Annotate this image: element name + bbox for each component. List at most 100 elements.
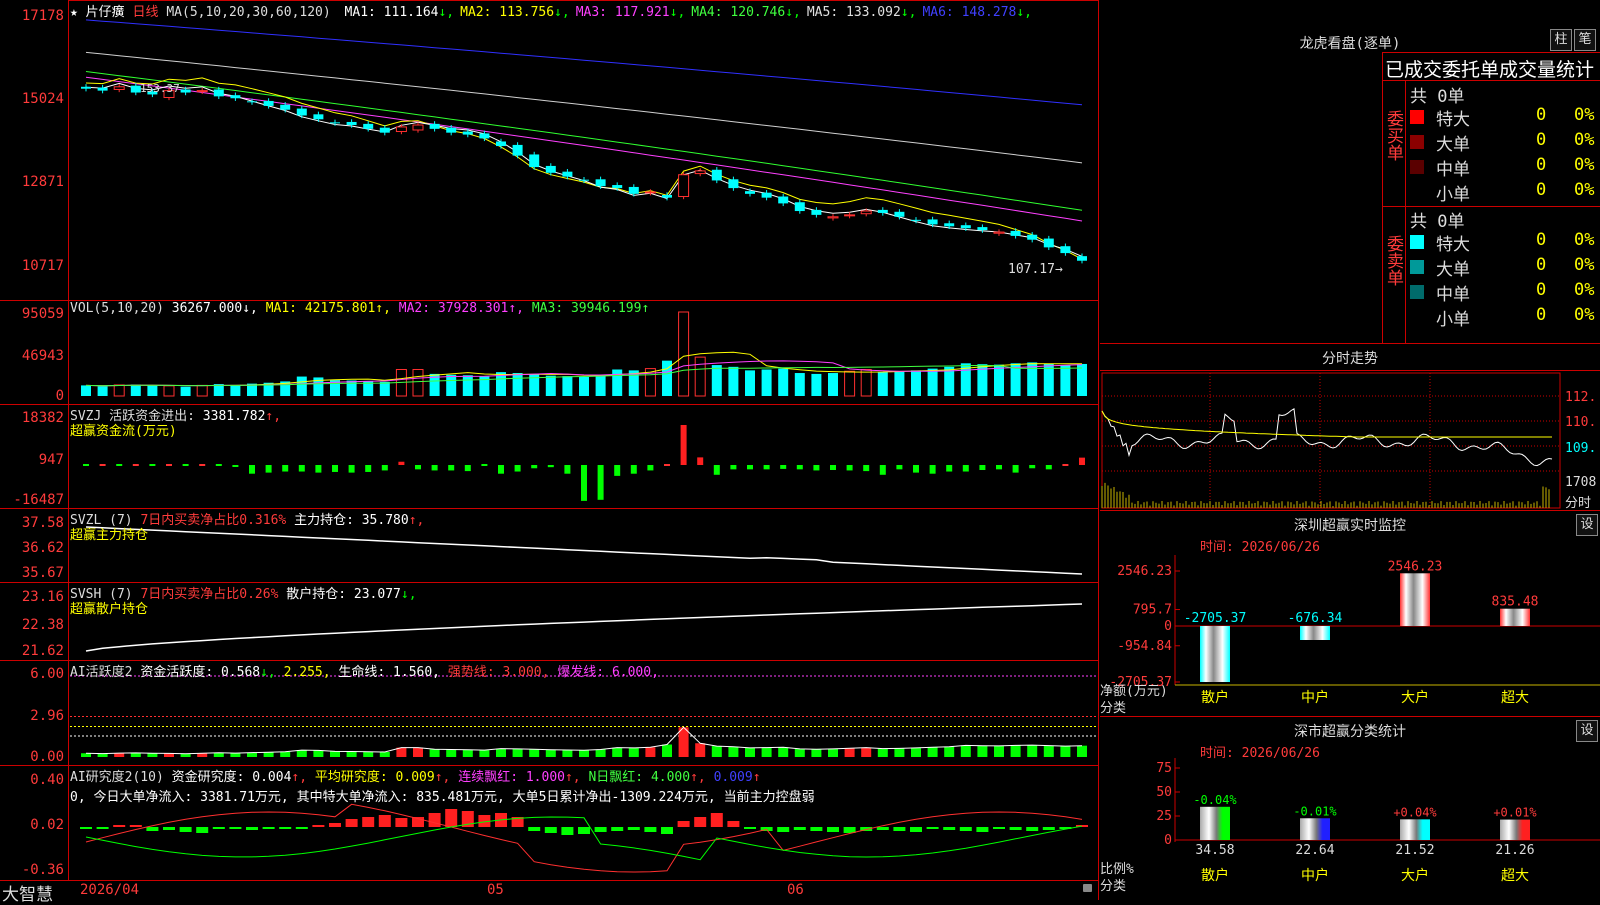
vol-bar-up bbox=[678, 311, 690, 397]
monitor-category-label: 超大 bbox=[1501, 690, 1529, 706]
candle-down bbox=[960, 225, 971, 229]
vol-bar-down bbox=[545, 375, 556, 396]
ai-research-label: 资金研究度: bbox=[171, 770, 245, 785]
candle-down bbox=[313, 114, 324, 120]
divider bbox=[1382, 52, 1600, 53]
vol-bar-down bbox=[994, 364, 1004, 396]
candle-down bbox=[745, 191, 755, 194]
ai-active-burst: 爆发线: 6.000, bbox=[557, 665, 659, 680]
down-arrow-icon: ↓, bbox=[1016, 5, 1033, 20]
svzj-tick bbox=[182, 464, 189, 466]
ai-research-ytick: 0.40 bbox=[30, 772, 64, 788]
research-bar bbox=[113, 825, 126, 827]
candle-down bbox=[496, 141, 506, 147]
column-view-button[interactable]: 柱 bbox=[1550, 29, 1572, 51]
intraday-chart[interactable] bbox=[1100, 371, 1600, 511]
intraday-ytick: 112. bbox=[1565, 390, 1597, 405]
active-bar bbox=[662, 744, 672, 757]
stats-title: 已成交委托单成交量统计 bbox=[1385, 59, 1595, 81]
order-stat-row: 大单 0 0% bbox=[1410, 255, 1600, 280]
monitor-bar bbox=[1500, 608, 1530, 626]
vol-ytick: 95059 bbox=[21, 306, 64, 322]
order-type-label: 小单 bbox=[1436, 310, 1470, 330]
research-bar bbox=[627, 827, 640, 830]
active-bar bbox=[927, 747, 938, 757]
vol-bar-down bbox=[1027, 362, 1038, 396]
xaxis-month-06: 06 bbox=[787, 882, 804, 898]
svzj-bar bbox=[813, 465, 820, 471]
order-count: 0 bbox=[1536, 280, 1547, 300]
research-bar bbox=[212, 827, 225, 829]
ai-active-v2: 2.255 bbox=[283, 665, 323, 680]
vol-bar-down bbox=[579, 377, 589, 396]
candle-down bbox=[612, 185, 623, 189]
class-value-label: 21.26 bbox=[1495, 843, 1534, 858]
research-bar bbox=[345, 819, 358, 827]
class-settings-button[interactable]: 设 bbox=[1576, 720, 1598, 742]
research-bar bbox=[246, 827, 258, 830]
divider bbox=[1405, 80, 1406, 343]
svzj-tick bbox=[149, 464, 156, 466]
ai-active-ytick: 0.00 bbox=[30, 749, 64, 765]
active-bar bbox=[529, 749, 540, 757]
candle-up bbox=[412, 124, 424, 131]
active-bar bbox=[462, 749, 473, 757]
class-value-label: 22.64 bbox=[1295, 843, 1334, 858]
star-icon[interactable]: ★ bbox=[70, 5, 78, 20]
low-price-label: 107.17→ bbox=[1008, 262, 1063, 277]
research-bar bbox=[777, 827, 790, 832]
research-bar bbox=[445, 809, 458, 827]
active-bar bbox=[130, 752, 141, 757]
candle-up bbox=[196, 90, 208, 93]
lock-icon[interactable] bbox=[1083, 884, 1092, 892]
research-bar bbox=[229, 827, 242, 829]
svzj-bar bbox=[564, 465, 571, 474]
monitor-settings-button[interactable]: 设 bbox=[1576, 514, 1598, 536]
research-bar bbox=[279, 827, 292, 829]
color-swatch bbox=[1410, 285, 1424, 299]
candle-down bbox=[894, 211, 905, 217]
svsh-ytick: 21.62 bbox=[21, 643, 64, 659]
down-arrow-icon: ↓, bbox=[900, 5, 917, 20]
research-bar bbox=[561, 827, 574, 835]
kline-chart-area[interactable]: ★ 片仔癀 日线 MA(5,10,20,30,60,120) MA1: 111.… bbox=[0, 0, 1100, 905]
chart-canvas[interactable] bbox=[0, 0, 1100, 900]
monitor-category-label: 大户 bbox=[1401, 689, 1429, 706]
svzl-line bbox=[85, 526, 1083, 575]
candle-down bbox=[728, 179, 739, 189]
svzj-tick bbox=[99, 464, 106, 466]
svzj-bar bbox=[547, 465, 554, 468]
research-bar bbox=[1026, 827, 1039, 831]
svzj-tick bbox=[199, 464, 206, 466]
order-stat-row: 特大 0 0% bbox=[1410, 230, 1600, 255]
candle-down bbox=[562, 171, 573, 177]
class-bar bbox=[1200, 806, 1230, 840]
vol-bar-up bbox=[196, 384, 208, 397]
svzj-tick bbox=[664, 464, 670, 466]
vol-bar-down bbox=[512, 373, 523, 396]
vol-bar-down bbox=[130, 384, 141, 396]
divider bbox=[1100, 716, 1600, 717]
buy-total: 共 0单 bbox=[1410, 87, 1465, 107]
monitor-bar bbox=[1200, 626, 1230, 682]
active-bar bbox=[844, 748, 855, 757]
active-bar bbox=[429, 749, 440, 757]
active-bar bbox=[346, 751, 357, 757]
active-bar bbox=[479, 750, 490, 757]
xaxis-start-date: 2026/04 bbox=[80, 882, 140, 898]
ai-research-avg: 平均研究度: 0.009 bbox=[314, 770, 435, 785]
ai-active-header: AI活跃度2 资金活跃度: 0.568↓, 2.255, 生命线: 1.560,… bbox=[70, 661, 659, 680]
period-label[interactable]: 日线 bbox=[133, 5, 159, 20]
research-bar bbox=[943, 827, 956, 830]
comma-sep: , bbox=[322, 665, 331, 680]
active-bar bbox=[545, 749, 556, 757]
class-ytick: 0 bbox=[1164, 833, 1172, 848]
svzl-ytick: 36.62 bbox=[21, 540, 64, 556]
buy-side-label: 委买单 bbox=[1383, 110, 1403, 161]
divider bbox=[1100, 343, 1600, 344]
research-bar bbox=[80, 827, 92, 829]
active-bar bbox=[695, 743, 706, 757]
active-bar bbox=[280, 751, 291, 757]
candle-down bbox=[479, 133, 490, 139]
pen-view-button[interactable]: 笔 bbox=[1574, 29, 1596, 51]
